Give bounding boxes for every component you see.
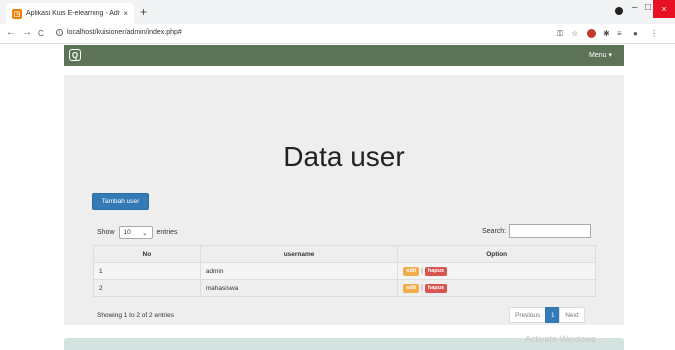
edit-button[interactable]: edit	[403, 283, 420, 293]
minimize-button[interactable]: –	[632, 2, 638, 13]
page-viewport: Q Menu ▾ Data user Tambah user Show 10 ⌄…	[0, 45, 675, 350]
cell-option: edit | hapus	[397, 279, 596, 297]
entries-length-control: Show 10 ⌄ entries	[97, 226, 178, 239]
previous-page-button[interactable]: Previous	[509, 307, 547, 323]
chevron-down-icon: ⌄	[142, 229, 148, 237]
entries-select[interactable]: 10 ⌄	[118, 226, 153, 239]
edit-button[interactable]: edit	[403, 266, 420, 276]
profile-icon[interactable]	[615, 7, 623, 15]
tab-close-icon[interactable]: ×	[123, 9, 128, 18]
maximize-button[interactable]: □	[645, 2, 651, 13]
delete-button[interactable]: hapus	[424, 283, 448, 293]
menu-dropdown[interactable]: Menu ▾	[589, 51, 612, 59]
bookmark-star-icon[interactable]: ☆	[571, 29, 578, 38]
add-user-button[interactable]: Tambah user	[92, 193, 149, 210]
browser-toolbar: ← → C i localhost/kuisioner/admin/index.p…	[0, 24, 675, 44]
browser-tab[interactable]: ◳ Aplikasi Kuis E-elearning - Admin ×	[6, 3, 134, 24]
key-icon[interactable]: ⚿	[557, 29, 563, 39]
table-header-row: No username Option	[93, 245, 596, 263]
table-search: Search:	[482, 224, 592, 238]
page-title: Data user	[283, 141, 405, 172]
column-header-no[interactable]: No	[93, 245, 201, 263]
reading-list-icon[interactable]: ≡	[617, 29, 622, 38]
account-icon[interactable]: ●	[633, 29, 638, 38]
show-label: Show	[97, 229, 115, 236]
cell-no: 2	[93, 279, 201, 297]
table-info: Showing 1 to 2 of 2 entries	[97, 312, 174, 319]
search-input[interactable]	[509, 224, 592, 238]
reload-button[interactable]: C	[38, 29, 44, 38]
column-header-username[interactable]: username	[199, 245, 399, 263]
table-row: 2 mahasiswa edit | hapus	[93, 279, 596, 297]
delete-button[interactable]: hapus	[424, 266, 448, 276]
next-page-button[interactable]: Next	[559, 307, 585, 323]
browser-tab-strip: ◳ Aplikasi Kuis E-elearning - Admin × + …	[0, 0, 675, 24]
column-header-option[interactable]: Option	[397, 245, 596, 263]
pagination: Previous 1 Next	[509, 307, 585, 323]
table-row: 1 admin edit | hapus	[93, 262, 596, 280]
brand-logo-icon[interactable]: Q	[69, 49, 81, 61]
window-close-button[interactable]: ×	[653, 0, 675, 18]
entries-select-value: 10	[123, 229, 131, 236]
option-separator: |	[421, 266, 423, 274]
address-bar[interactable]: i localhost/kuisioner/admin/index.php#	[56, 29, 182, 36]
entries-label: entries	[156, 229, 178, 236]
cell-option: edit | hapus	[397, 262, 596, 280]
content-panel: Data user Tambah user Show 10 ⌄ entries …	[64, 75, 624, 325]
search-label: Search:	[482, 227, 507, 235]
windows-activation-watermark: Activate Windows	[525, 334, 597, 344]
site-favicon-icon: ◳	[12, 8, 22, 19]
cell-username: mahasiswa	[199, 279, 399, 297]
top-navbar: Q Menu ▾	[64, 45, 624, 66]
browser-menu-icon[interactable]: ⋮	[650, 29, 658, 38]
new-tab-button[interactable]: +	[140, 5, 147, 19]
adblock-extension-icon[interactable]	[587, 29, 596, 38]
url-text: localhost/kuisioner/admin/index.php#	[67, 29, 182, 36]
extensions-puzzle-icon[interactable]: ✱	[603, 29, 610, 38]
site-info-icon[interactable]: i	[56, 29, 63, 36]
option-separator: |	[421, 283, 423, 291]
users-table: No username Option 1 admin edit | hapus 2 …	[93, 245, 596, 297]
page-1-button[interactable]: 1	[545, 307, 561, 323]
cell-username: admin	[199, 262, 399, 280]
cell-no: 1	[93, 262, 201, 280]
forward-button[interactable]: →	[22, 27, 32, 38]
back-button[interactable]: ←	[6, 27, 16, 38]
tab-title: Aplikasi Kuis E-elearning - Admin	[26, 10, 121, 17]
